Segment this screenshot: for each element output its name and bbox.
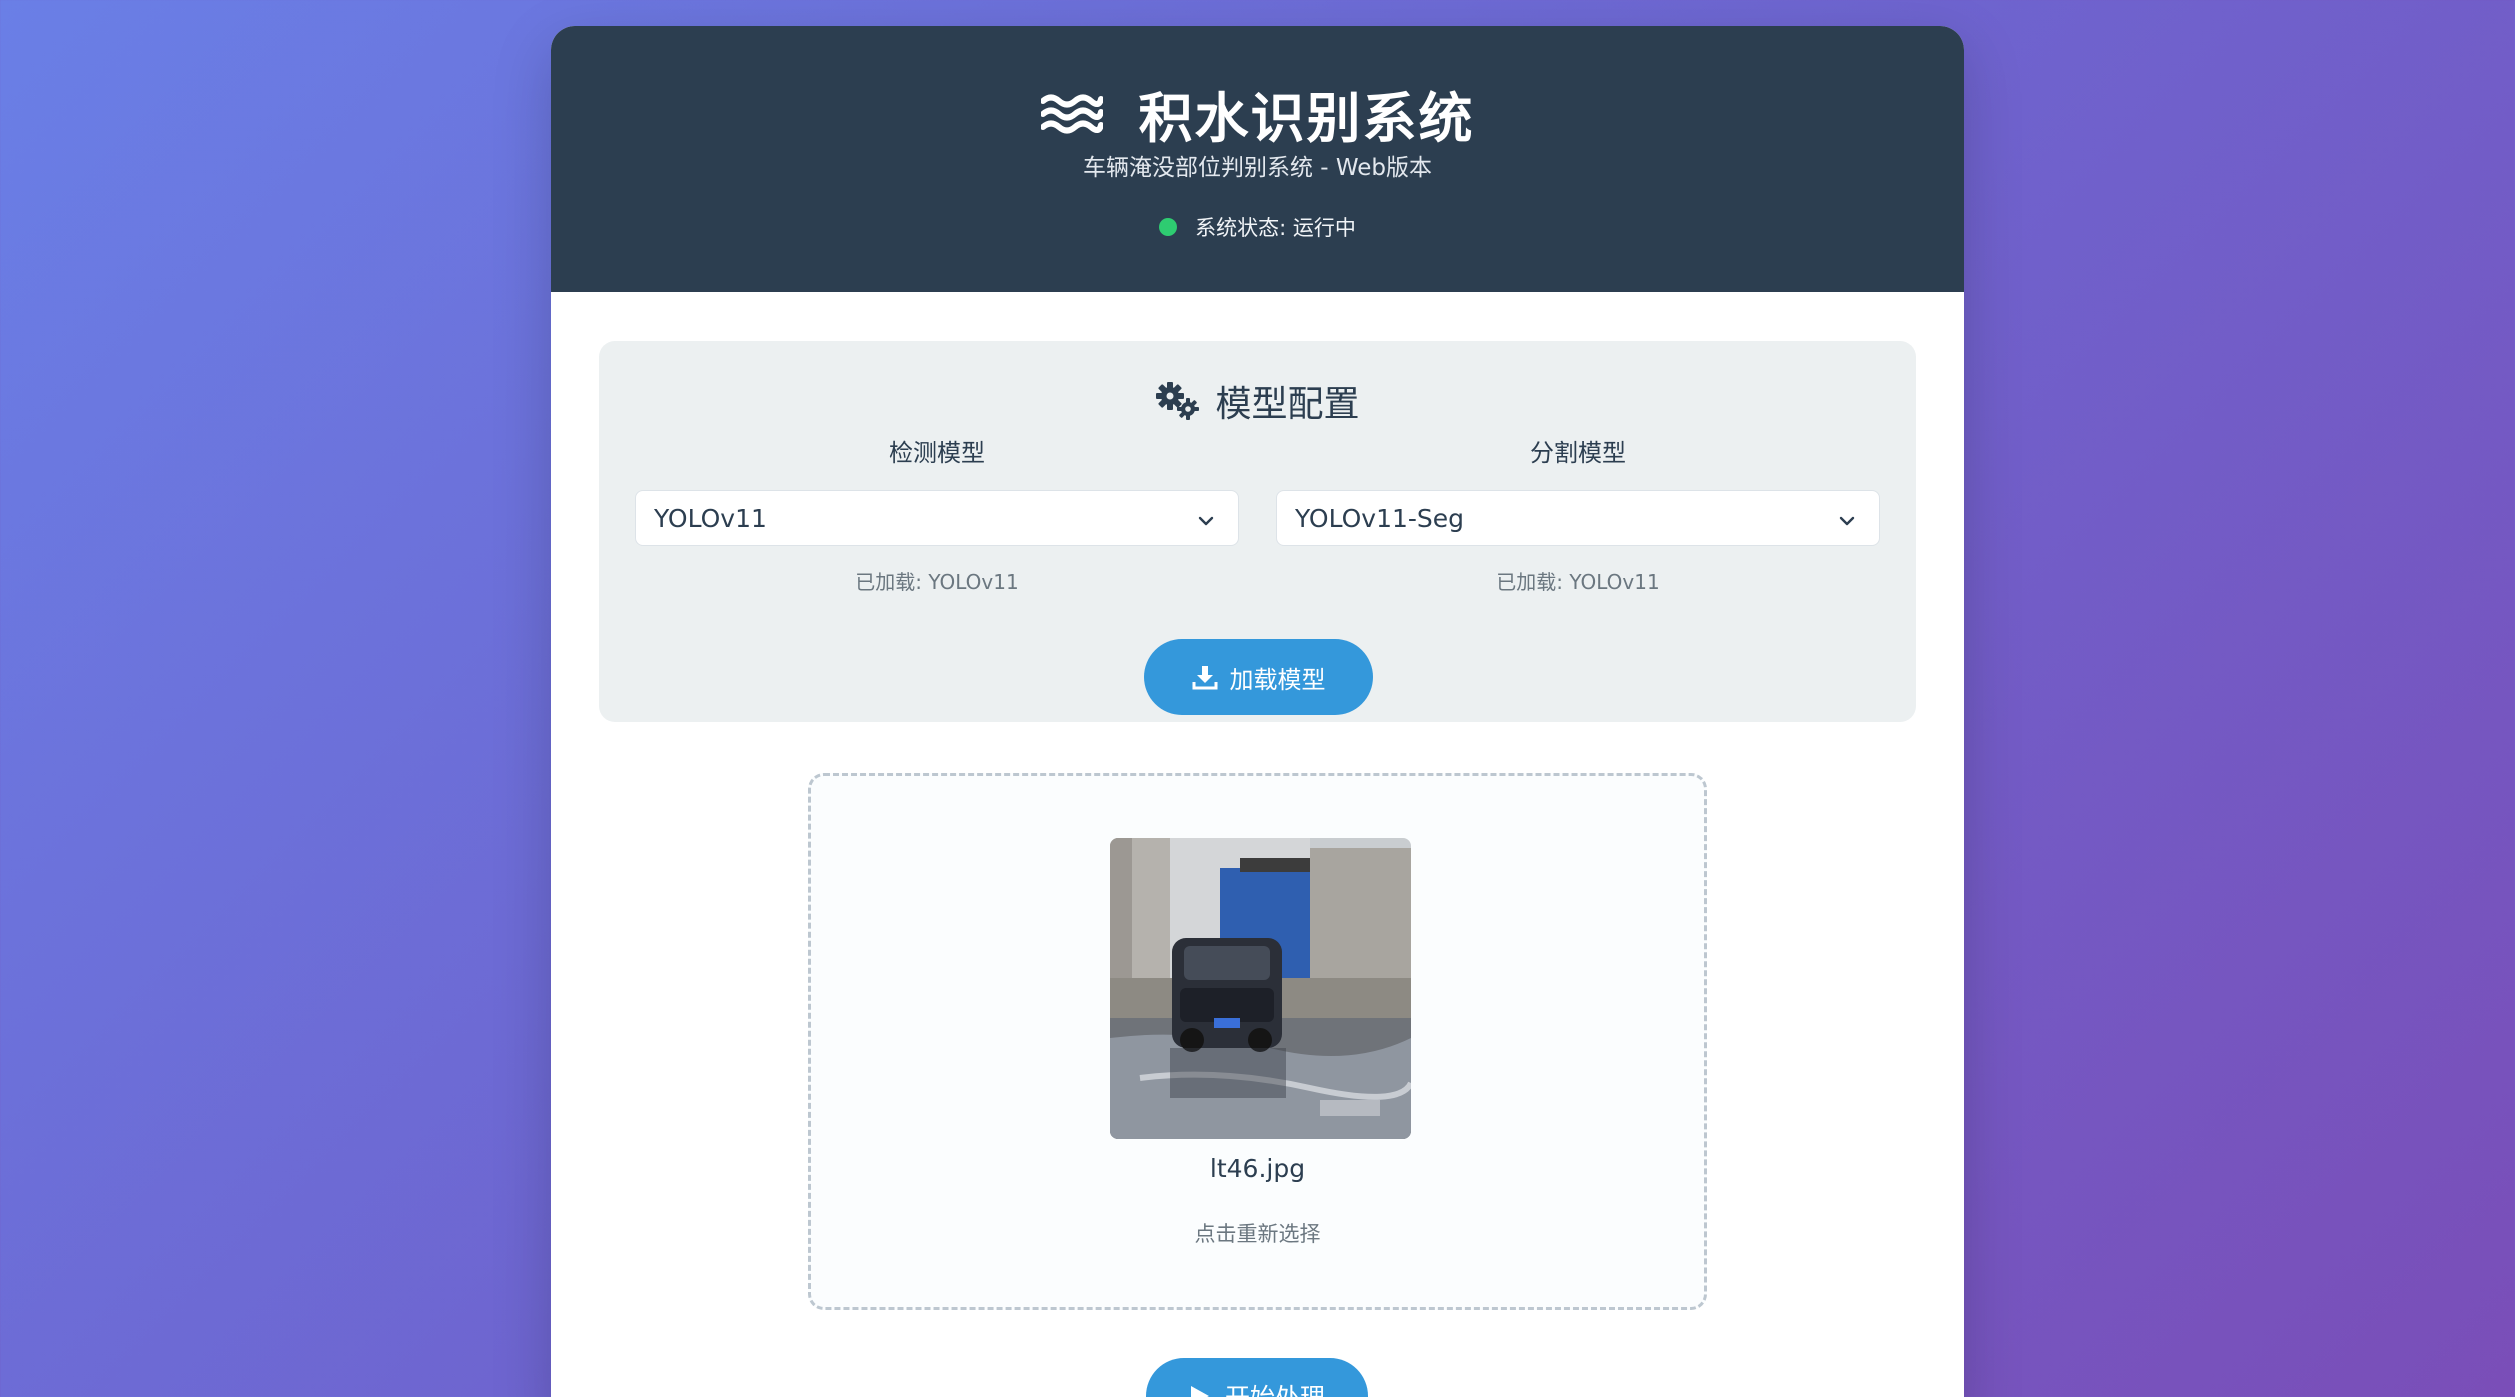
segmentation-model-label: 分割模型 (1530, 439, 1626, 467)
image-upload-zone[interactable]: lt46.jpg 点击重新选择 (808, 773, 1707, 1310)
model-config-panel: 模型配置 检测模型 YOLOv11 已加载: YOLOv11 分割模型 YOLO… (599, 341, 1916, 722)
detection-loaded-status: 已加载: YOLOv11 (855, 570, 1019, 594)
play-icon (1189, 1384, 1211, 1397)
start-processing-label: 开始处理 (1225, 1378, 1325, 1397)
gears-icon (1155, 381, 1201, 421)
page-subtitle: 车辆淹没部位判别系统 - Web版本 (1082, 155, 1433, 181)
segmentation-model-value: YOLOv11-Seg (1295, 503, 1465, 533)
segmentation-model-select[interactable]: YOLOv11-Seg (1276, 490, 1880, 546)
title-row: 积水识别系统 (551, 74, 1964, 153)
reselect-hint: 点击重新选择 (1194, 1222, 1321, 1246)
download-icon (1192, 664, 1218, 690)
detection-model-value: YOLOv11 (654, 503, 767, 533)
detection-model-label: 检测模型 (889, 439, 985, 467)
preview-image (1110, 838, 1411, 1139)
start-processing-button[interactable]: 开始处理 (1146, 1358, 1368, 1397)
segmentation-loaded-status: 已加载: YOLOv11 (1496, 570, 1660, 594)
selected-filename: lt46.jpg (1209, 1154, 1306, 1183)
page-title: 积水识别系统 (1138, 87, 1475, 150)
chevron-down-icon (1196, 508, 1216, 528)
config-title: 模型配置 (1215, 384, 1360, 425)
detection-model-group: 检测模型 YOLOv11 已加载: YOLOv11 (635, 436, 1239, 595)
status-text: 系统状态: 运行中 (1195, 216, 1356, 240)
water-waves-icon (1039, 91, 1104, 137)
main-card: 积水识别系统 车辆淹没部位判别系统 - Web版本 系统状态: 运行中 模型配置… (551, 26, 1964, 1397)
segmentation-model-group: 分割模型 YOLOv11-Seg 已加载: YOLOv11 (1276, 436, 1880, 595)
status-indicator-dot (1159, 218, 1178, 236)
load-model-button[interactable]: 加载模型 (1144, 639, 1373, 715)
detection-model-select[interactable]: YOLOv11 (635, 490, 1239, 546)
chevron-down-icon (1837, 508, 1857, 528)
system-status: 系统状态: 运行中 (551, 212, 1964, 242)
config-title-row: 模型配置 (599, 375, 1916, 427)
load-model-label: 加载模型 (1229, 666, 1326, 694)
app-header: 积水识别系统 车辆淹没部位判别系统 - Web版本 系统状态: 运行中 (551, 26, 1964, 292)
